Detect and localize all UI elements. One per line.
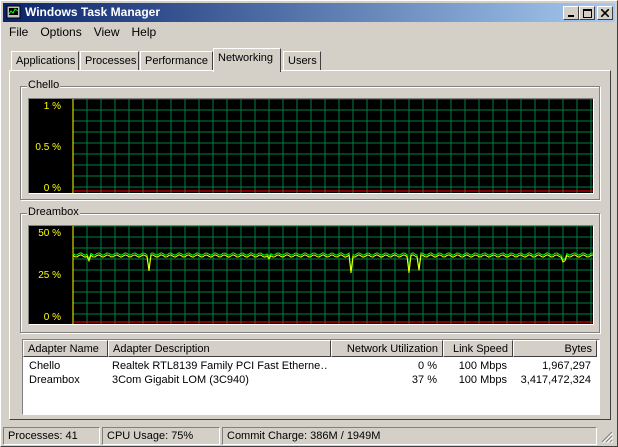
col-network-utilization[interactable]: Network Utilization: [331, 340, 443, 357]
dreambox-graph: 50 % 25 % 0 %: [28, 225, 594, 325]
row-utilization: 0 %: [418, 360, 437, 372]
adapter-table: Adapter Name Adapter Description Network…: [22, 339, 600, 415]
menu-options[interactable]: Options: [34, 23, 87, 42]
col-adapter-name[interactable]: Adapter Name: [23, 340, 108, 357]
row-adapter-description: Realtek RTL8139 Family PCI Fast Etherne…: [112, 360, 327, 372]
dreambox-group: Dreambox 50 % 25 % 0 %: [20, 206, 600, 333]
menu-help[interactable]: Help: [126, 23, 163, 42]
close-icon: [601, 9, 609, 17]
tab-processes[interactable]: Processes: [80, 51, 139, 71]
chello-group: Chello 1 % 0.5 % 0 %: [20, 79, 600, 200]
window-title: Windows Task Manager: [25, 5, 161, 19]
chello-plot: [72, 99, 593, 193]
close-button[interactable]: [597, 6, 613, 20]
menu-view[interactable]: View: [88, 23, 126, 42]
col-link-speed[interactable]: Link Speed: [443, 340, 513, 357]
row-adapter-name: Chello: [29, 360, 61, 372]
networking-panel: Chello 1 % 0.5 % 0 % Dreambox 50 % 25 % …: [9, 70, 611, 420]
menu-file[interactable]: File: [3, 23, 34, 42]
menu-bar: File Options View Help: [3, 23, 162, 42]
chello-group-label: Chello: [27, 79, 61, 91]
row-adapter-description: 3Com Gigabit LOM (3C940): [112, 374, 249, 386]
row-link-speed: 100 Mbps: [458, 374, 507, 386]
row-utilization: 37 %: [411, 374, 437, 386]
resize-grip-icon[interactable]: [601, 431, 614, 444]
task-manager-icon: [6, 5, 21, 20]
tab-networking[interactable]: Networking: [213, 48, 281, 72]
row-adapter-name: Dreambox: [29, 374, 80, 386]
table-header: Adapter Name Adapter Description Network…: [23, 340, 599, 357]
tab-applications[interactable]: Applications: [11, 51, 79, 71]
status-processes: Processes: 41: [3, 427, 100, 445]
task-manager-window: Windows Task Manager File Options View H…: [0, 0, 618, 447]
minimize-icon: [568, 15, 574, 17]
status-cpu-usage: CPU Usage: 75%: [102, 427, 220, 445]
tab-performance[interactable]: Performance: [140, 51, 213, 71]
col-adapter-description[interactable]: Adapter Description: [108, 340, 331, 357]
col-bytes[interactable]: Bytes: [513, 340, 597, 357]
maximize-button[interactable]: [579, 6, 595, 20]
row-bytes: 3,417,472,324: [520, 374, 591, 386]
chello-graph: 1 % 0.5 % 0 %: [28, 98, 594, 194]
status-commit-charge: Commit Charge: 386M / 1949M: [222, 427, 597, 445]
row-bytes: 1,967,297: [542, 360, 591, 372]
row-link-speed: 100 Mbps: [458, 360, 507, 372]
dreambox-plot: [72, 226, 593, 324]
maximize-icon: [582, 8, 592, 18]
minimize-button[interactable]: [563, 6, 579, 20]
status-bar: Processes: 41 CPU Usage: 75% Commit Char…: [3, 425, 615, 445]
title-bar[interactable]: Windows Task Manager: [3, 3, 615, 22]
dreambox-group-label: Dreambox: [27, 206, 80, 218]
tab-users[interactable]: Users: [283, 51, 321, 71]
